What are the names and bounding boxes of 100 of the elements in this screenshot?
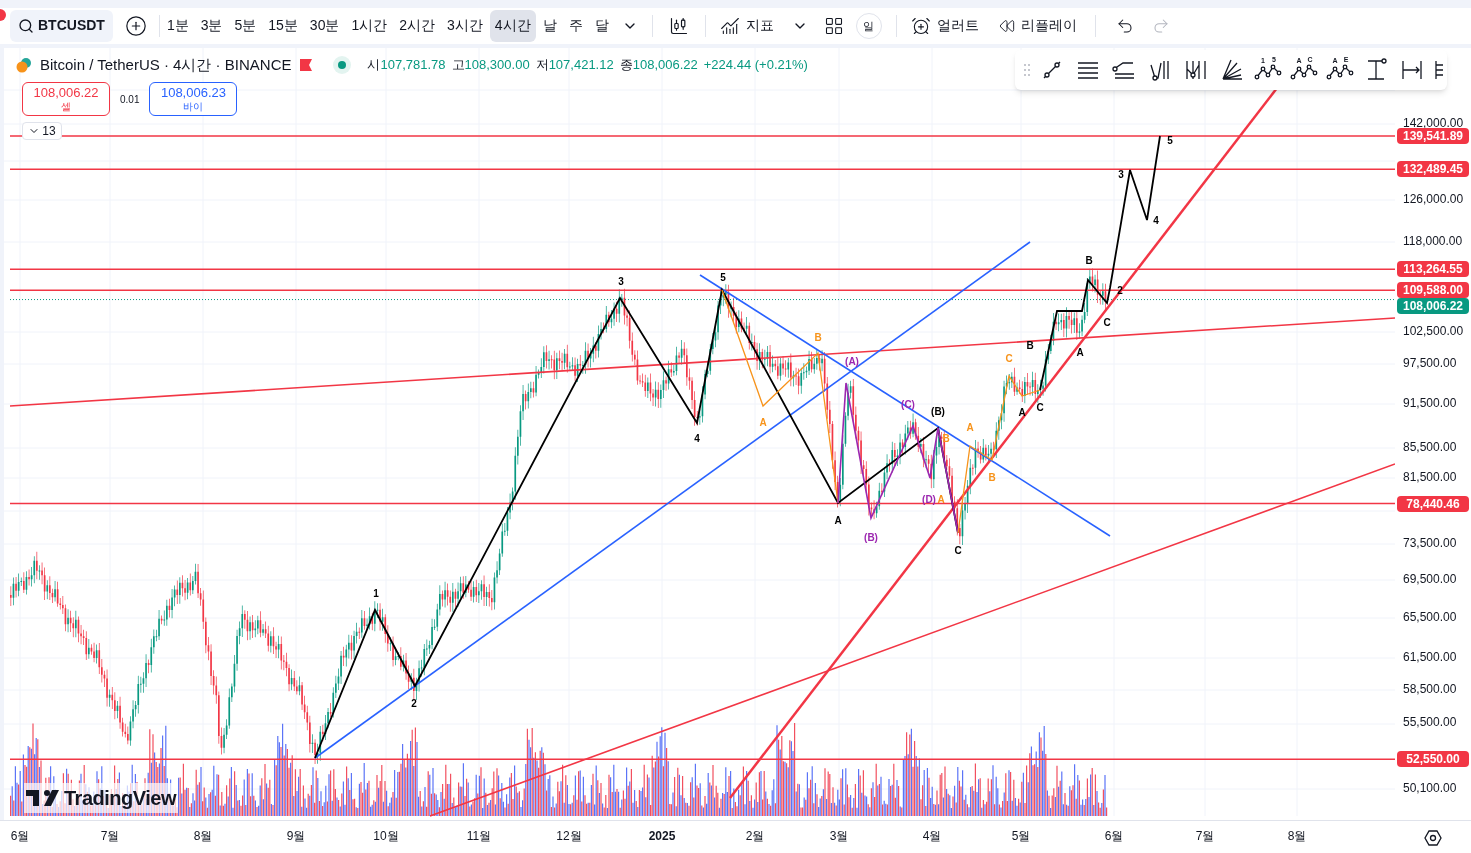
time-tick-label: 9월 [286,827,306,845]
wave-label: C [1103,316,1111,328]
interval-tab[interactable]: 3분 [195,9,228,42]
candles-icon[interactable] [668,15,689,36]
wave-label: 4 [1153,214,1159,226]
interval-tab[interactable]: 1시간 [346,9,393,42]
price-change: +224.44 (+0.21%) [703,56,808,75]
wave-label: 3 [1118,168,1124,180]
price-tag: 52,550.00 [1397,751,1469,768]
time-tick-label: 4월 [922,827,942,845]
sell-button[interactable]: 108,006.22 셀 [22,82,110,117]
interval-tab[interactable]: 4시간 [489,9,536,42]
time-tick-label: 11월 [466,827,492,845]
wave-label: (A) [845,355,859,367]
time-tick-label: 8월 [1287,827,1307,845]
interval-tab[interactable]: 달 [589,9,614,42]
wave-label: 4 [694,432,700,444]
price-tick-label: 61,500.00 [1403,649,1457,664]
price-tick-label: 73,500.00 [1403,536,1457,550]
layout-grid-icon[interactable] [823,15,844,36]
wave-label: A [1076,346,1084,358]
wave-label: B [1085,254,1093,266]
time-tick-label: 6월 [10,827,30,845]
price-tick-label: 65,500.00 [1403,609,1457,624]
price-tag: 108,006.22 [1397,298,1469,315]
interval-tab[interactable]: 주 [563,9,588,42]
interval-tab[interactable]: 2시간 [394,9,441,42]
wave-label: 5 [1167,134,1173,146]
interval-tab[interactable]: 3시간 [442,9,488,42]
ohlc-value: 고108,300.00 [451,56,530,75]
buy-button[interactable]: 108,006.23 바이 [149,82,238,117]
price-tag: 139,541.89 [1397,128,1469,144]
wave-label: (B) [864,531,878,543]
price-tick-label: 126,000.00 [1403,192,1464,207]
price-tag: 109,588.00 [1397,282,1469,299]
time-tick-label: 10월 [373,827,399,845]
time-tick-label: 7월 [1195,827,1215,845]
replay-button[interactable]: 리플레이 [992,9,1083,42]
wave-label: 5 [720,271,726,283]
wave-label: 2 [411,697,417,709]
indicators-button[interactable]: 지표 [713,9,780,42]
chart-icon [719,15,740,36]
wave-label: B [942,432,950,444]
time-tick-label: 7월 [100,827,120,845]
spread-value: 0.01 [120,92,140,107]
drag-handle-icon[interactable] [1023,62,1031,77]
price-tick-label: 142,000.00 [1403,115,1464,130]
interval-tab[interactable]: 날 [537,9,562,42]
interval-tab[interactable]: 5분 [229,9,262,42]
undo-icon[interactable] [1115,16,1134,35]
interval-tab[interactable]: 30분 [304,9,345,42]
rewind-icon [998,17,1015,34]
wave-label: (B) [931,405,945,417]
time-tick-label: 8월 [193,827,213,845]
time-tick-label: 3월 [829,827,849,845]
price-tag: 78,440.46 [1397,495,1469,512]
price-tick-label: 102,500.00 [1403,323,1464,338]
price-tick-label: 85,500.00 [1403,439,1457,454]
wave-label: C [954,544,962,556]
wave-label: A [937,493,945,505]
interval-tab[interactable]: 15분 [263,9,303,42]
ohlc-value: 시 107,781.78 [367,56,446,75]
interval-tab[interactable]: 1분 [161,9,194,42]
alarm-clock-icon [910,15,931,36]
price-tick-label: 97,500.00 [1403,355,1457,370]
symbol-title: Bitcoin / TetherUS · 4시간 · BINANCE [40,54,292,75]
wave-label: (D) [922,493,936,505]
time-tick-label: 5월 [1011,827,1031,845]
alert-button[interactable]: 얼러트 [904,9,985,42]
ohlc-value: 저107,421.12 [535,56,614,75]
price-tick-label: 118,000.00 [1403,233,1463,248]
flag-icon[interactable] [299,58,314,73]
time-tick-label: 2월 [745,827,765,845]
wave-label: A [966,421,974,433]
price-tick-label: 58,500.00 [1403,681,1457,696]
add-symbol-icon[interactable] [124,14,147,37]
wave-label: B [1026,339,1034,351]
price-tick-label: 55,500.00 [1403,715,1457,730]
time-tick-label: 2025 [648,827,676,845]
wave-label: C [1036,401,1044,413]
wave-label: B [988,471,996,483]
search-icon [18,17,34,34]
collapse-indicators-button[interactable]: 13 [22,122,62,141]
settings-icon[interactable] [1424,828,1442,847]
wave-label: 3 [618,275,624,287]
price-tick-label: 69,500.00 [1403,571,1457,586]
price-tag: 113,264.55 [1397,261,1469,278]
price-tag: 132,489.45 [1397,161,1469,178]
price-tick-label: 50,100.00 [1403,780,1457,795]
symbol-search-button[interactable]: BTCUSDT [10,9,113,42]
price-tick-label: 91,500.00 [1403,396,1457,411]
wave-label: A [834,514,842,526]
time-tick-label: 12월 [556,827,582,845]
logo-icon [26,788,60,807]
wave-label: 1 [373,587,379,599]
wave-label: A [1018,406,1026,418]
price-tick-label: 81,500.00 [1403,470,1457,485]
wave-label: A [759,416,767,428]
watermark-logo: TradingView [24,782,178,813]
time-tick-label: 6월 [1104,827,1124,845]
